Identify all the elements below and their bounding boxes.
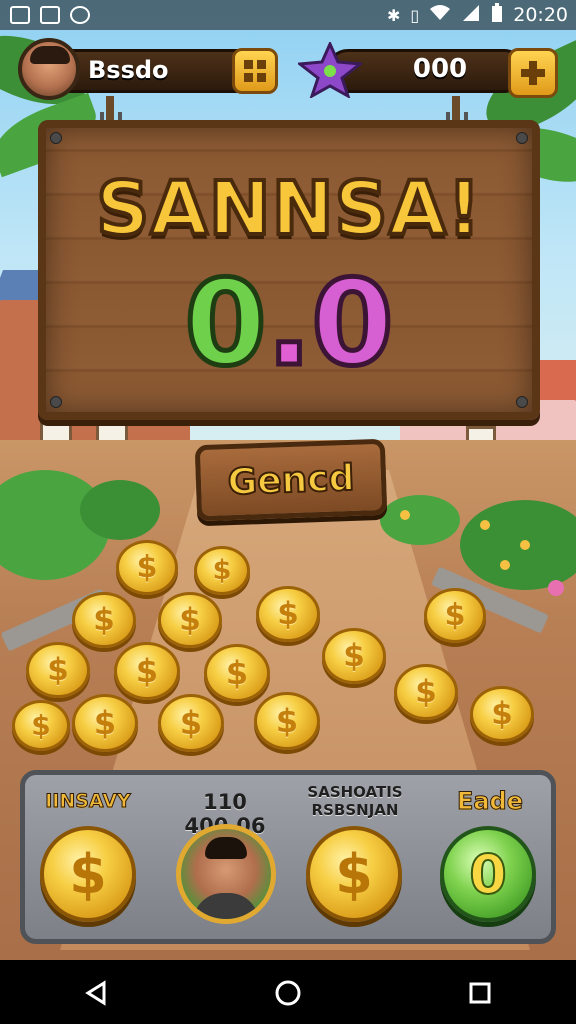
sign-nail — [516, 396, 528, 408]
flower — [520, 540, 530, 550]
battery-icon — [491, 3, 503, 27]
navigation-bar — [0, 962, 576, 1024]
bluetooth-icon: ✱ — [387, 5, 401, 25]
add-gems-button[interactable] — [508, 48, 558, 98]
gold-coin[interactable]: $ — [470, 686, 534, 743]
dollar-icon: $ — [31, 709, 51, 743]
flower — [400, 510, 410, 520]
gold-coin[interactable]: $ — [194, 546, 250, 596]
wifi-icon — [429, 4, 451, 26]
score-display: 0.0 — [46, 256, 532, 391]
photo-icon — [40, 6, 60, 24]
player-avatar[interactable] — [18, 38, 80, 100]
home-button[interactable] — [258, 971, 318, 1015]
profile-button[interactable] — [176, 824, 276, 924]
gold-coin[interactable]: $ — [254, 692, 320, 751]
coins-button[interactable]: $ — [40, 826, 136, 922]
dollar-icon: $ — [93, 602, 115, 639]
game-screen: ✱ ▯ 20:20 Bssdo 000 SANNSA! 0.0 Gencd $ … — [0, 0, 576, 1024]
gold-coin[interactable]: $ — [116, 540, 178, 595]
sign-title: SANNSA! — [94, 164, 483, 254]
star-gem-icon — [298, 42, 362, 98]
dollar-icon: $ — [491, 696, 513, 733]
gold-coin[interactable]: $ — [114, 642, 180, 701]
score-sign: SANNSA! 0.0 — [38, 120, 540, 420]
generate-label: Gencd — [226, 456, 356, 503]
dollar-icon: $ — [179, 602, 201, 639]
dollar-icon: $ — [179, 704, 203, 743]
status-bar: ✱ ▯ 20:20 — [0, 0, 576, 30]
gold-coin[interactable]: $ — [72, 694, 138, 753]
sim-icon: ▯ — [410, 5, 420, 25]
dollar-icon: $ — [136, 549, 158, 585]
flower — [480, 520, 490, 530]
home-icon — [275, 980, 301, 1006]
dollar-icon: $ — [135, 652, 159, 691]
dollar-icon: $ — [275, 702, 299, 741]
recents-icon — [469, 982, 491, 1004]
gold-coin[interactable]: $ — [322, 628, 386, 685]
panel-label-d: Eade — [456, 787, 524, 816]
gold-coin[interactable]: $ — [26, 642, 90, 699]
flower — [548, 580, 564, 596]
portrait-shirt — [193, 893, 259, 919]
back-button[interactable] — [66, 971, 126, 1015]
sign-nail — [50, 132, 62, 144]
green-coin-symbol: 0 — [468, 842, 508, 907]
recents-button[interactable] — [450, 971, 510, 1015]
dollar-icon: $ — [415, 674, 437, 711]
dollar-icon: $ — [277, 596, 299, 633]
generate-button[interactable]: Gencd — [194, 438, 388, 522]
back-icon — [85, 980, 106, 1006]
gold-coin[interactable]: $ — [204, 644, 270, 703]
bush — [80, 480, 160, 540]
dollar-icon: $ — [335, 842, 373, 906]
gold-coin[interactable]: $ — [12, 700, 70, 752]
panel-label-c1: SASHOATIS — [307, 783, 403, 801]
signal-icon — [461, 4, 481, 26]
clock-time: 20:20 — [513, 4, 568, 26]
alarm-icon — [70, 6, 90, 24]
dollar-icon: $ — [69, 842, 107, 906]
dollar-icon: $ — [225, 654, 249, 693]
plus-icon — [521, 61, 545, 85]
sign-nail — [516, 132, 528, 144]
player-name: Bssdo — [88, 56, 169, 84]
sign-nail — [50, 396, 62, 408]
grid-icon — [244, 60, 266, 82]
bush — [380, 495, 460, 545]
dollar-icon: $ — [212, 555, 232, 587]
score-dot: . — [264, 254, 314, 392]
avatar-hair — [30, 46, 70, 64]
dollar-icon: $ — [343, 638, 365, 675]
gold-coin[interactable]: $ — [158, 694, 224, 753]
menu-button[interactable] — [232, 48, 278, 94]
portrait-hair — [205, 837, 247, 859]
dollar-icon: $ — [93, 704, 117, 743]
earn-button[interactable]: 0 — [440, 826, 536, 922]
gallery-icon — [10, 6, 30, 24]
gold-coin[interactable]: $ — [72, 592, 136, 649]
gold-coin[interactable]: $ — [158, 592, 222, 649]
score-right: 0 — [309, 254, 396, 392]
gold-coin[interactable]: $ — [424, 588, 486, 643]
status-right-group: ✱ ▯ 20:20 — [387, 0, 568, 30]
panel-label-a: IINSAVY — [45, 790, 132, 813]
panel-label-c2: RSBSNJAN — [311, 801, 399, 819]
score-left: 0 — [182, 254, 269, 392]
gold-coin[interactable]: $ — [394, 664, 458, 721]
gold-coin[interactable]: $ — [256, 586, 320, 643]
dollar-icon: $ — [444, 597, 466, 633]
dollar-icon: $ — [47, 652, 69, 689]
flower — [500, 560, 510, 570]
shop-coin-button[interactable]: $ — [306, 826, 402, 922]
gem-count: 000 — [412, 54, 468, 84]
